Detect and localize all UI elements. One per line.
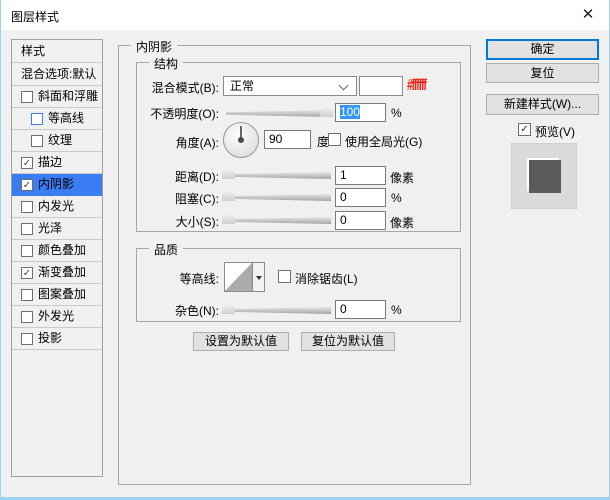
sidebar-item-texture[interactable]: 纹理 [12,130,102,152]
sidebar-item-stroke[interactable]: ✓ 描边 [12,152,102,174]
sidebar-item-inner-glow[interactable]: 内发光 [12,196,102,218]
contour-label: 等高线: [121,270,219,287]
styles-sidebar: 样式 混合选项:默认 斜面和浮雕 等高线 纹理 ✓ 描边 ✓ [11,39,103,477]
checkbox-color-overlay[interactable] [21,245,33,257]
chevron-down-icon [339,81,349,91]
sidebar-item-inner-shadow[interactable]: ✓ 内阴影 [12,174,102,196]
sidebar-item-satin[interactable]: 光泽 [12,218,102,240]
checkbox-gradient-overlay[interactable]: ✓ [21,267,33,279]
noise-unit: % [391,303,402,317]
sidebar-item-outer-glow[interactable]: 外发光 [12,306,102,328]
opacity-label: 不透明度(O): [121,105,219,122]
sidebar-item-bevel-emboss[interactable]: 斜面和浮雕 [12,86,102,108]
angle-input[interactable]: 90 [264,130,311,149]
sidebar-item-color-overlay[interactable]: 颜色叠加 [12,240,102,262]
sidebar-item-drop-shadow[interactable]: 投影 [12,328,102,350]
dialog-body: 样式 混合选项:默认 斜面和浮雕 等高线 纹理 ✓ 描边 ✓ [1,30,609,497]
contour-dropdown-arrow-icon[interactable] [252,263,264,291]
close-icon[interactable]: ✕ [573,2,603,28]
preview-inner-square [529,160,561,193]
new-style-button[interactable]: 新建样式(W)... [486,94,599,115]
sidebar-item-pattern-overlay[interactable]: 图案叠加 [12,284,102,306]
dialog-title: 图层样式 [11,8,59,25]
preview-checkbox[interactable]: ✓ [518,123,531,136]
checkbox-inner-shadow[interactable]: ✓ [21,179,33,191]
blend-mode-select[interactable]: 正常 [223,76,357,96]
angle-hub [238,137,244,143]
size-unit: 像素 [390,214,414,231]
use-global-light-checkbox[interactable] [328,133,341,146]
titlebar: 图层样式 ✕ [1,0,609,30]
checkbox-drop-shadow[interactable] [21,333,33,345]
antialias-checkbox[interactable] [278,270,291,283]
antialias-label: 消除锯齿(L) [295,270,358,287]
ok-button[interactable]: 确定 [486,39,599,60]
checkbox-stroke[interactable]: ✓ [21,157,33,169]
sidebar-item-styles[interactable]: 样式 [12,40,102,63]
choke-input[interactable]: 0 [335,188,386,207]
blend-mode-label: 混合模式(B): [121,79,219,96]
size-label: 大小(S): [121,213,219,230]
checkbox-inner-glow[interactable] [21,201,33,213]
sidebar-item-blending-options[interactable]: 混合选项:默认 [12,63,102,86]
angle-dial[interactable] [223,122,259,158]
set-default-button[interactable]: 设置为默认值 [193,332,289,351]
distance-label: 距离(D): [121,168,219,185]
reset-button[interactable]: 复位 [486,63,599,83]
panel-title: 内阴影 [131,38,177,55]
checkbox-satin[interactable] [21,223,33,235]
opacity-input[interactable]: 100 [335,103,386,122]
choke-unit: % [391,191,402,205]
checkbox-pattern-overlay[interactable] [21,289,33,301]
checkbox-texture[interactable] [31,135,43,147]
distance-input[interactable]: 1 [335,166,386,185]
sidebar-item-contour[interactable]: 等高线 [12,108,102,130]
size-input[interactable]: 0 [335,211,386,230]
shadow-color-swatch[interactable] [359,76,403,96]
color-annotation: #ffffff [407,77,426,95]
checkbox-bevel-emboss[interactable] [21,91,33,103]
sidebar-item-gradient-overlay[interactable]: ✓ 渐变叠加 [12,262,102,284]
opacity-unit: % [391,106,402,120]
choke-label: 阻塞(C): [121,190,219,207]
structure-group-title: 结构 [149,55,183,72]
contour-thumbnail [225,263,252,291]
use-global-light-label: 使用全局光(G) [345,133,422,150]
checkbox-contour[interactable] [31,113,43,125]
layer-style-dialog: 图层样式 ✕ 样式 混合选项:默认 斜面和浮雕 等高线 纹理 [0,0,610,500]
noise-input[interactable]: 0 [335,300,386,319]
preview-swatch [511,143,577,209]
checkbox-outer-glow[interactable] [21,311,33,323]
distance-unit: 像素 [390,169,414,186]
preview-label: 预览(V) [535,123,575,140]
contour-picker[interactable] [224,262,265,292]
quality-group-title: 品质 [149,241,183,258]
reset-default-button[interactable]: 复位为默认值 [301,332,395,351]
noise-label: 杂色(N): [121,302,219,319]
angle-label: 角度(A): [121,134,219,151]
